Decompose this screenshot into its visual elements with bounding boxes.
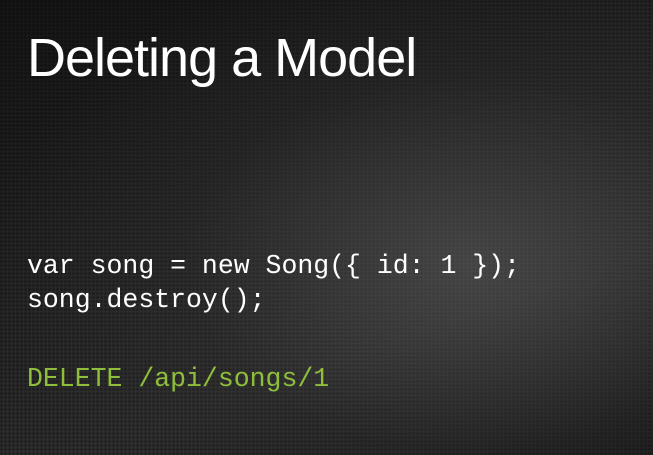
presentation-slide: Deleting a Model var song = new Song({ i… — [0, 0, 653, 455]
http-request-line: DELETE /api/songs/1 — [27, 364, 330, 394]
code-line: song.destroy(); — [27, 285, 266, 315]
slide-title: Deleting a Model — [27, 28, 417, 88]
code-block: var song = new Song({ id: 1 }); song.des… — [27, 249, 520, 317]
code-line: var song = new Song({ id: 1 }); — [27, 251, 520, 281]
